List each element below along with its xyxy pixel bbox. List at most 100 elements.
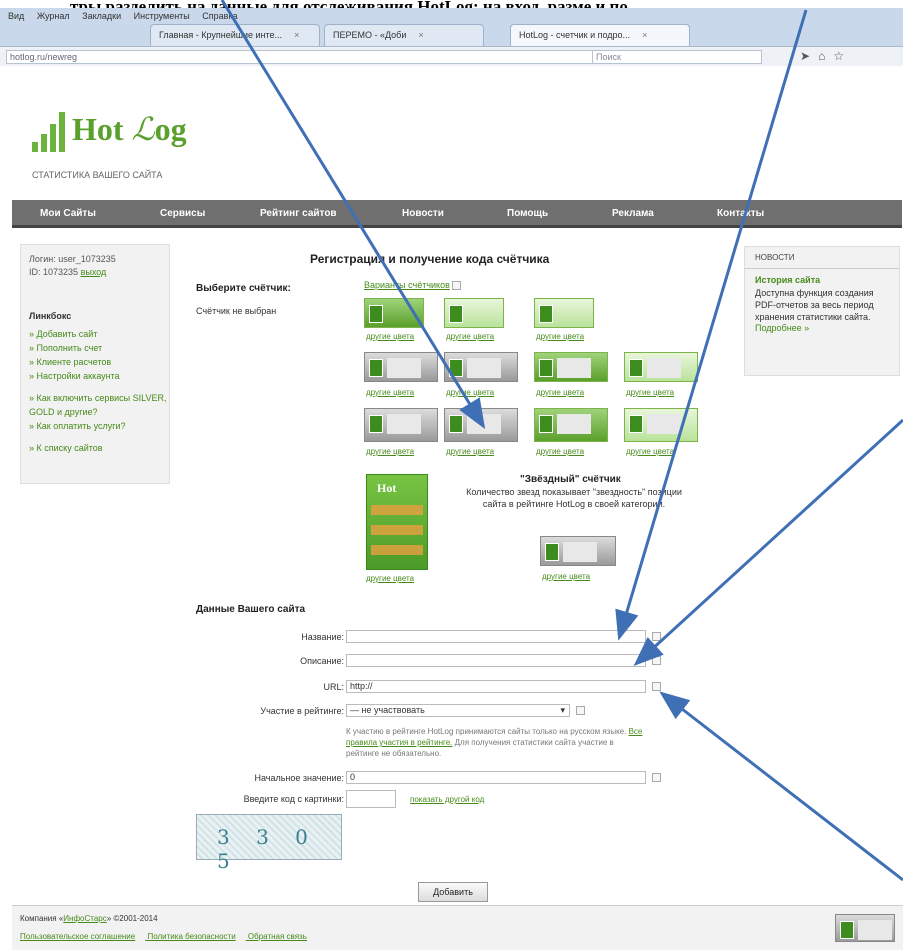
rating-note: К участию в рейтинге HotLog принимаются … xyxy=(346,727,643,758)
initial-value-input[interactable]: 0 xyxy=(346,771,646,784)
url-label: URL: xyxy=(323,682,344,692)
counter-option[interactable] xyxy=(364,298,424,328)
star-icon[interactable]: ☆ xyxy=(833,49,852,63)
footer-link-terms[interactable]: Пользовательское соглашение xyxy=(20,932,135,941)
nav-services[interactable]: Сервисы xyxy=(160,208,205,219)
counter-option[interactable] xyxy=(364,408,438,442)
close-icon[interactable]: × xyxy=(294,30,299,40)
site-data-title: Данные Вашего сайта xyxy=(196,604,306,615)
other-colors-link[interactable]: другие цвета xyxy=(446,447,494,456)
counter-option[interactable] xyxy=(624,408,698,442)
sidebar-item-settings[interactable]: » Настройки аккаунта xyxy=(29,369,169,383)
counter-option[interactable] xyxy=(624,352,698,382)
footer-counter[interactable] xyxy=(835,914,895,942)
rating-select[interactable]: — не участвовать ▾ xyxy=(346,704,570,717)
address-bar-row: hotlog.ru/newreg Поиск ➤⌂☆ xyxy=(0,46,903,66)
counter-option[interactable] xyxy=(444,408,518,442)
sidebar-item-site-list[interactable]: » К списку сайтов xyxy=(29,441,169,455)
download-icon[interactable]: ➤ xyxy=(800,49,818,63)
help-icon[interactable] xyxy=(652,773,661,782)
nav-ads[interactable]: Реклама xyxy=(612,208,654,219)
menu-bookmarks[interactable]: Закладки xyxy=(82,11,121,21)
help-icon[interactable] xyxy=(452,281,462,291)
other-colors-link[interactable]: другие цвета xyxy=(536,447,584,456)
sidebar-title: Линкбокс xyxy=(29,311,72,321)
help-icon[interactable] xyxy=(652,632,661,641)
sidebar-item-pay[interactable]: » Как оплатить услуги? xyxy=(29,419,169,433)
news-title[interactable]: История сайта xyxy=(745,269,899,287)
counter-option[interactable] xyxy=(444,352,518,382)
toolbar-icons: ➤⌂☆ xyxy=(800,49,852,63)
other-colors-link[interactable]: другие цвета xyxy=(366,447,414,456)
other-colors-link[interactable]: другие цвета xyxy=(536,332,584,341)
help-icon[interactable] xyxy=(576,706,585,715)
nav-news[interactable]: Новости xyxy=(402,208,444,219)
other-colors-link[interactable]: другие цвета xyxy=(542,572,590,581)
initial-value-label: Начальное значение: xyxy=(254,773,344,783)
nav-contacts[interactable]: Контакты xyxy=(717,208,764,219)
footer-link-feedback[interactable]: Обратная связь xyxy=(248,932,307,941)
news-box: НОВОСТИ История сайта Доступна функция с… xyxy=(744,246,900,376)
tab-2[interactable]: ПЕРЕМО - «Доби × xyxy=(324,24,484,46)
menu-help[interactable]: Справка xyxy=(202,11,237,21)
other-colors-link[interactable]: другие цвета xyxy=(366,388,414,397)
help-icon[interactable] xyxy=(652,682,661,691)
counter-option[interactable] xyxy=(444,298,504,328)
name-input[interactable] xyxy=(346,630,646,643)
tab-3-active[interactable]: HotLog - счетчик и подро... × xyxy=(510,24,690,46)
sidebar-item-services[interactable]: » Как включить сервисы SILVER, GOLD и др… xyxy=(29,391,169,419)
description-input[interactable] xyxy=(346,654,646,667)
menu-bar: Вид Журнал Закладки Инструменты Справка xyxy=(8,11,248,21)
rating-label: Участие в рейтинге: xyxy=(260,706,344,716)
sidebar-item-payments[interactable]: » Клиенте расчетов xyxy=(29,355,169,369)
other-colors-link[interactable]: другие цвета xyxy=(446,388,494,397)
browser-chrome: Вид Журнал Закладки Инструменты Справка … xyxy=(0,8,903,66)
sidebar-item-topup[interactable]: » Пополнить счет xyxy=(29,341,169,355)
arrow-line xyxy=(633,418,903,667)
counter-option[interactable] xyxy=(534,298,594,328)
menu-history[interactable]: Журнал xyxy=(37,11,70,21)
captcha-label: Введите код с картинки: xyxy=(243,794,344,804)
menu-tools[interactable]: Инструменты xyxy=(134,11,190,21)
counter-option[interactable] xyxy=(534,352,608,382)
help-icon[interactable] xyxy=(652,656,661,665)
sidebar-item-add-site[interactable]: » Добавить сайт xyxy=(29,327,169,341)
news-more-link[interactable]: Подробнее » xyxy=(745,323,899,333)
company-link[interactable]: ИнфоСтарс xyxy=(63,914,106,923)
menu-view[interactable]: Вид xyxy=(8,11,24,21)
counter-option[interactable] xyxy=(534,408,608,442)
logo-text: Hot ℒog xyxy=(72,111,187,147)
captcha-input[interactable] xyxy=(346,790,396,808)
counter-option[interactable] xyxy=(364,352,438,382)
other-colors-link[interactable]: другие цвета xyxy=(626,388,674,397)
nav-rating[interactable]: Рейтинг сайтов xyxy=(260,208,337,219)
nav-my-sites[interactable]: Мои Сайты xyxy=(40,208,96,219)
logo-tagline: СТАТИСТИКА ВАШЕГО САЙТА xyxy=(32,170,163,180)
site-url-input[interactable]: http:// xyxy=(346,680,646,693)
logout-link[interactable]: выход xyxy=(81,267,107,277)
home-icon[interactable]: ⌂ xyxy=(818,49,833,63)
search-input[interactable]: Поиск xyxy=(592,50,762,64)
add-site-button[interactable]: Добавить xyxy=(418,882,488,902)
star-counter-large[interactable]: Hot xyxy=(366,474,428,570)
other-colors-link[interactable]: другие цвета xyxy=(536,388,584,397)
close-icon[interactable]: × xyxy=(642,30,647,40)
choose-counter-label: Выберите счётчик: xyxy=(196,283,291,294)
user-info: Логин: user_1073235 ID: 1073235 выход xyxy=(29,254,116,277)
counter-variants-link[interactable]: Варианты счётчиков xyxy=(364,280,462,291)
main-nav: Мои Сайты Сервисы Рейтинг сайтов Новости… xyxy=(12,200,902,228)
tab-1[interactable]: Главная - Крупнейшие инте... × xyxy=(150,24,320,46)
other-colors-link[interactable]: другие цвета xyxy=(366,332,414,341)
star-counter-desc: Количество звезд показывает "звездность"… xyxy=(466,487,682,509)
other-colors-link[interactable]: другие цвета xyxy=(366,574,414,583)
url-input[interactable]: hotlog.ru/newreg xyxy=(6,50,606,64)
footer-link-privacy[interactable]: Политика безопасности xyxy=(147,932,235,941)
other-code-link[interactable]: показать другой код xyxy=(410,795,484,804)
other-colors-link[interactable]: другие цвета xyxy=(446,332,494,341)
close-icon[interactable]: × xyxy=(418,30,423,40)
news-header: НОВОСТИ xyxy=(745,247,899,269)
nav-help[interactable]: Помощь xyxy=(507,208,548,219)
site-logo[interactable]: Hot ℒog СТАТИСТИКА ВАШЕГО САЙТА xyxy=(32,108,192,180)
other-colors-link[interactable]: другие цвета xyxy=(626,447,674,456)
star-counter-small[interactable] xyxy=(540,536,616,566)
